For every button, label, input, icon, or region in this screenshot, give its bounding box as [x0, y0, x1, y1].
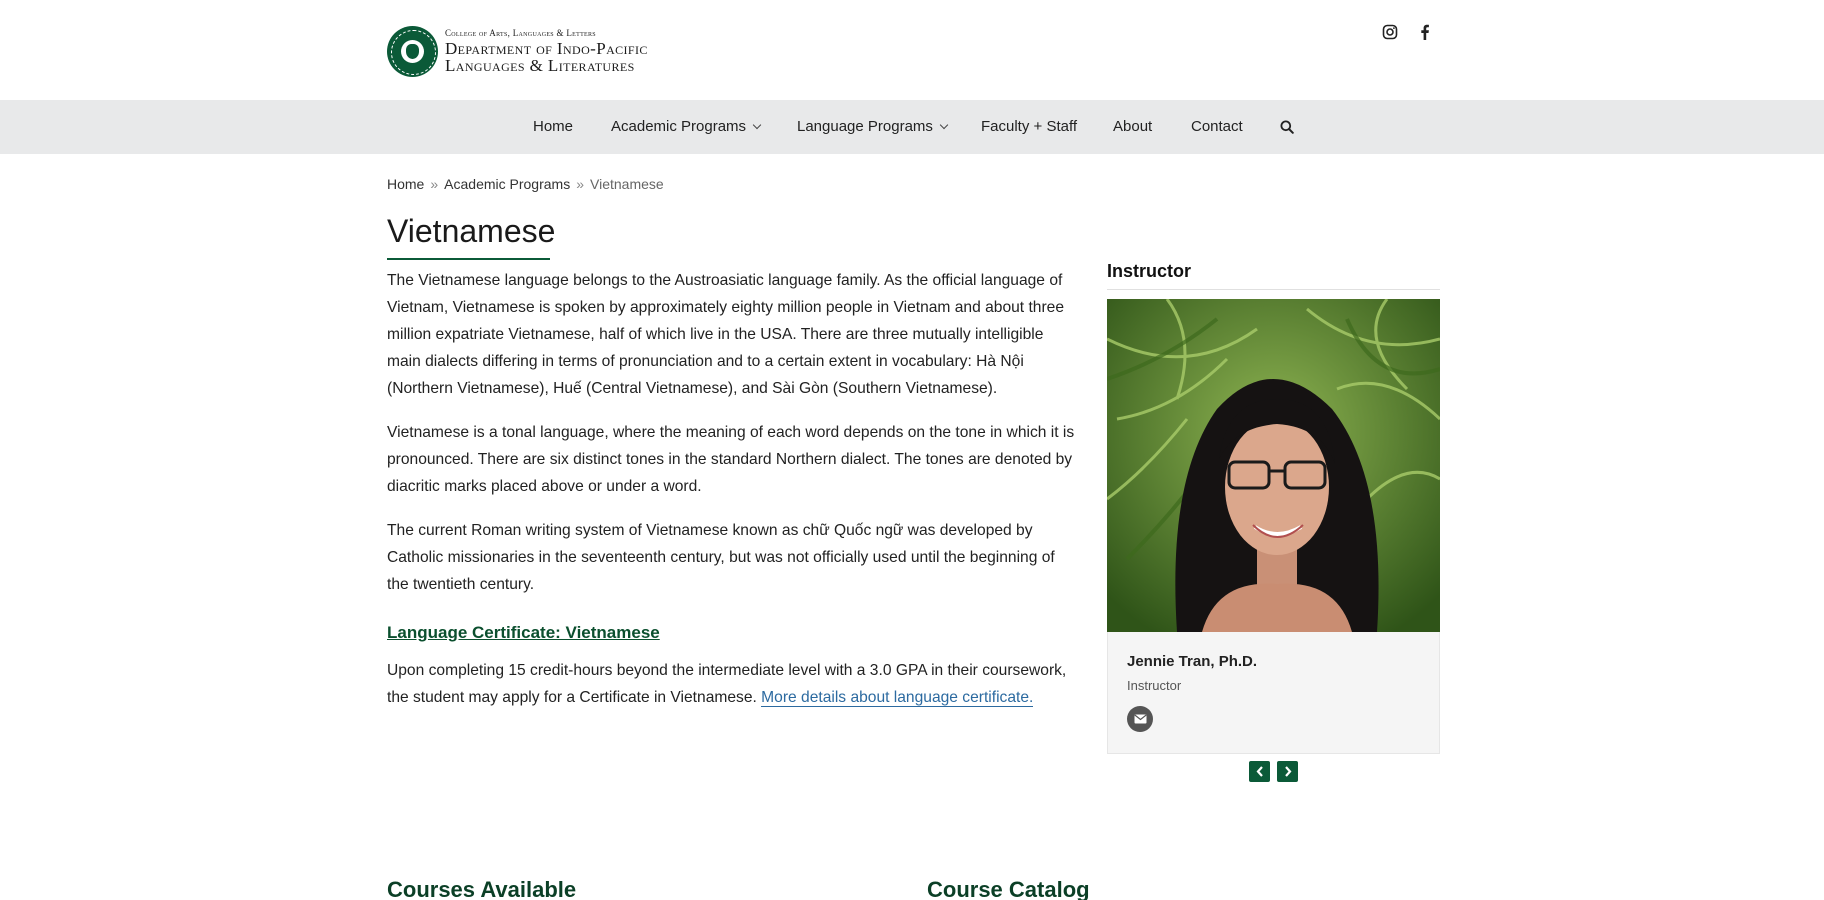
carousel-controls: [1249, 761, 1298, 782]
logo-department-line-1: Department of Indo-Pacific: [445, 39, 648, 58]
nav-item-language-programs[interactable]: Language Programs: [797, 100, 949, 154]
instructor-name: Jennie Tran, Ph.D.: [1127, 653, 1258, 670]
course-catalog-heading: Course Catalog: [927, 877, 1090, 900]
nav-item-label: About: [1113, 118, 1153, 135]
chevron-down-icon: [939, 120, 949, 130]
nav-item-about[interactable]: About: [1113, 100, 1152, 154]
certificate-paragraph: Upon completing 15 credit-hours beyond t…: [387, 657, 1077, 711]
university-seal-icon: [387, 26, 438, 77]
instructor-sidebar: Instructor Jennie Tran, Ph.D. Instructor: [1107, 258, 1440, 754]
instagram-icon[interactable]: [1380, 22, 1400, 42]
instructor-photo: [1107, 299, 1440, 632]
logo-college-name: College of Arts, Languages & Letters: [445, 28, 596, 38]
certificate-heading-link[interactable]: Language Certificate: Vietnamese: [387, 621, 660, 645]
instructor-card: Jennie Tran, Ph.D. Instructor: [1107, 632, 1440, 754]
courses-available-heading: Courses Available: [387, 877, 577, 900]
site-header: College of Arts, Languages & Letters Dep…: [0, 0, 1824, 100]
search-icon[interactable]: [1280, 100, 1294, 154]
chevron-left-icon[interactable]: [1249, 761, 1270, 782]
breadcrumb-academic-programs[interactable]: Academic Programs: [444, 176, 570, 192]
nav-item-faculty-staff[interactable]: Faculty + Staff: [981, 100, 1077, 154]
tonal-paragraph: Vietnamese is a tonal language, where th…: [387, 424, 1075, 495]
nav-item-label: Home: [533, 118, 574, 135]
chevron-right-icon[interactable]: [1277, 761, 1298, 782]
breadcrumb-current: Vietnamese: [590, 176, 664, 192]
nav-item-label: Academic Programs: [611, 118, 747, 135]
logo-department-line-2: Languages & Literatures: [445, 56, 635, 75]
envelope-icon[interactable]: [1127, 706, 1153, 732]
breadcrumb-home[interactable]: Home: [387, 176, 424, 192]
nav-item-label: Contact: [1191, 118, 1243, 135]
writing-system-paragraph: The current Roman writing system of Viet…: [387, 522, 1055, 593]
department-logo[interactable]: College of Arts, Languages & Letters Dep…: [387, 26, 648, 77]
nav-item-contact[interactable]: Contact: [1191, 100, 1243, 154]
nav-item-academic-programs[interactable]: Academic Programs: [611, 100, 762, 154]
instructor-role: Instructor: [1127, 678, 1182, 693]
nav-item-label: Faculty + Staff: [981, 118, 1078, 135]
page-title: Vietnamese: [387, 213, 556, 249]
nav-item-label: Language Programs: [797, 118, 933, 135]
facebook-icon[interactable]: [1415, 22, 1435, 42]
main-content: The Vietnamese language belongs to the A…: [387, 267, 1077, 728]
breadcrumb-separator: »: [576, 176, 584, 192]
nav-item-home[interactable]: Home: [533, 100, 573, 154]
breadcrumb-separator: »: [430, 176, 439, 192]
main-navigation: Home Academic Programs Language Programs…: [0, 100, 1824, 154]
title-underline: [387, 258, 550, 260]
chevron-down-icon: [752, 120, 762, 130]
logo-text: College of Arts, Languages & Letters Dep…: [445, 28, 648, 75]
breadcrumb: Home » Academic Programs » Vietnamese: [387, 176, 664, 192]
certificate-details-link[interactable]: More details about language certificate.: [761, 689, 1034, 707]
intro-paragraph: The Vietnamese language belongs to the A…: [387, 272, 1065, 397]
sidebar-title: Instructor: [1107, 258, 1440, 290]
